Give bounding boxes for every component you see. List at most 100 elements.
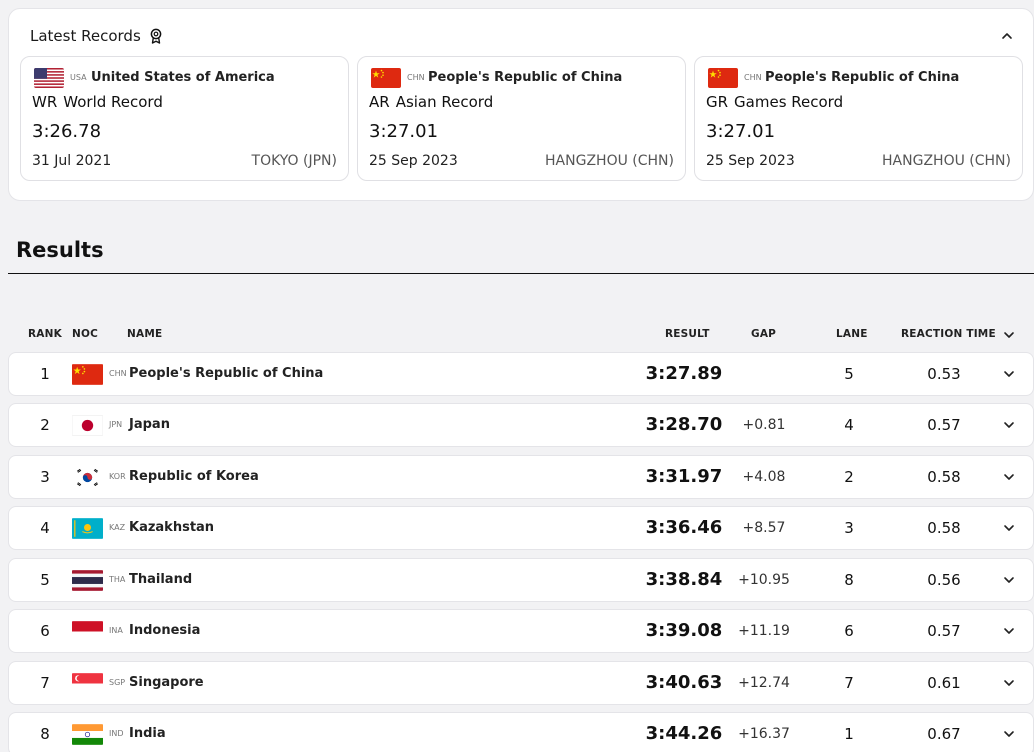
record-type-label: Asian Record (395, 93, 494, 111)
record-country: People's Republic of China (428, 70, 623, 85)
column-header-name: NAME (127, 328, 163, 340)
row-gap: +4.08 (742, 469, 786, 485)
medal-icon (149, 28, 163, 44)
jpn-flag-icon (72, 415, 103, 436)
chevron-down-icon[interactable] (1002, 369, 1016, 379)
record-type: GR Games Record (706, 93, 843, 111)
ind-flag-icon (72, 724, 103, 745)
record-country: United States of America (91, 70, 275, 85)
row-rank: 4 (40, 519, 50, 537)
row-name: People's Republic of China (129, 366, 324, 381)
record-date: 31 Jul 2021 (32, 153, 112, 169)
record-type-label: Games Record (734, 93, 844, 111)
row-reaction-time: 0.56 (927, 571, 961, 589)
table-row[interactable]: 5 THA Thailand 3:38.84 +10.95 8 0.56 (8, 558, 1034, 602)
record-place: TOKYO (JPN) (251, 153, 337, 169)
row-reaction-time: 0.57 (927, 622, 961, 640)
row-rank: 2 (40, 416, 50, 434)
row-reaction-time: 0.58 (927, 468, 961, 486)
record-noc-code: CHN (407, 73, 425, 82)
row-rank: 7 (40, 674, 50, 692)
row-lane: 4 (844, 416, 854, 434)
row-result: 3:38.84 (645, 569, 723, 590)
record-abbr: WR (32, 93, 58, 111)
row-lane: 2 (844, 468, 854, 486)
tha-flag-icon (72, 570, 103, 591)
record-card-world[interactable]: USA United States of America WR World Rec… (20, 56, 349, 181)
row-name: Indonesia (129, 623, 201, 638)
latest-records-title: Latest Records (30, 27, 141, 45)
record-noc-code: CHN (744, 73, 762, 82)
sgp-flag-icon (72, 673, 103, 694)
column-header-lane: LANE (836, 328, 868, 340)
record-country: People's Republic of China (765, 70, 960, 85)
row-rank: 8 (40, 725, 50, 743)
row-rank: 5 (40, 571, 50, 589)
record-abbr: GR (706, 93, 729, 111)
row-noc: KAZ (109, 523, 126, 532)
row-noc: THA (109, 575, 126, 584)
row-lane: 3 (844, 519, 854, 537)
row-lane: 6 (844, 622, 854, 640)
row-result: 3:44.26 (645, 723, 723, 744)
table-row[interactable]: 8 IND India 3:44.26 +16.37 1 0.67 (8, 712, 1034, 752)
chevron-down-icon[interactable] (1002, 626, 1016, 636)
record-time: 3:27.01 (706, 121, 776, 142)
table-row[interactable]: 4 KAZ Kazakhstan 3:36.46 +8.57 3 0.58 (8, 506, 1034, 550)
record-date: 25 Sep 2023 (706, 153, 795, 169)
table-row[interactable]: 7 SGP Singapore 3:40.63 +12.74 7 0.61 (8, 661, 1034, 705)
chevron-down-icon[interactable] (1002, 678, 1016, 688)
ina-flag-icon (72, 621, 103, 642)
chevron-down-icon[interactable] (1002, 472, 1016, 482)
kor-flag-icon (72, 467, 103, 488)
record-type: AR Asian Record (369, 93, 493, 111)
row-noc: IND (109, 729, 124, 738)
row-name: Japan (129, 417, 170, 432)
row-reaction-time: 0.53 (927, 365, 961, 383)
row-reaction-time: 0.67 (927, 725, 961, 743)
row-lane: 7 (844, 674, 854, 692)
row-gap: +16.37 (738, 726, 790, 742)
row-reaction-time: 0.58 (927, 519, 961, 537)
table-row[interactable]: 3 KOR Republic of Korea 3:31.97 +4.08 2 … (8, 455, 1034, 499)
row-rank: 1 (40, 365, 50, 383)
row-result: 3:36.46 (645, 517, 723, 538)
table-row[interactable]: 1 CHN People's Republic of China 3:27.89… (8, 352, 1034, 396)
chevron-down-icon[interactable] (1002, 575, 1016, 585)
row-noc: JPN (109, 420, 123, 429)
column-header-reaction-time: REACTION TIME (901, 328, 996, 340)
record-card-games[interactable]: CHN People's Republic of China GR Games R… (694, 56, 1023, 181)
record-noc-code: USA (70, 73, 87, 82)
record-type-label: World Record (63, 93, 163, 111)
record-place: HANGZHOU (CHN) (545, 153, 674, 169)
record-cards: USA United States of America WR World Rec… (20, 56, 1023, 181)
record-time: 3:27.01 (369, 121, 439, 142)
row-rank: 3 (40, 468, 50, 486)
row-gap: +8.57 (742, 520, 786, 536)
table-row[interactable]: 6 INA Indonesia 3:39.08 +11.19 6 0.57 (8, 609, 1034, 653)
table-row[interactable]: 2 JPN Japan 3:28.70 +0.81 4 0.57 (8, 403, 1034, 447)
row-result: 3:27.89 (645, 363, 723, 384)
record-card-asian[interactable]: CHN People's Republic of China AR Asian R… (357, 56, 686, 181)
column-header-rank: RANK (28, 328, 62, 340)
row-reaction-time: 0.57 (927, 416, 961, 434)
kaz-flag-icon (72, 518, 103, 539)
row-reaction-time: 0.61 (927, 674, 961, 692)
record-place: HANGZHOU (CHN) (882, 153, 1011, 169)
chevron-down-icon[interactable] (1002, 420, 1016, 430)
usa-flag-icon (34, 68, 64, 88)
column-header-result: RESULT (665, 328, 710, 340)
row-rank: 6 (40, 622, 50, 640)
row-gap: +12.74 (738, 675, 790, 691)
latest-records-panel: Latest Records USA United States of Amer… (8, 8, 1034, 201)
row-result: 3:28.70 (645, 414, 723, 435)
row-noc: INA (109, 626, 123, 635)
chevron-up-icon[interactable] (999, 29, 1015, 43)
row-noc: CHN (109, 369, 127, 378)
latest-records-header: Latest Records (30, 27, 163, 45)
row-name: India (129, 726, 166, 741)
chevron-down-icon[interactable] (1002, 729, 1016, 739)
row-result: 3:39.08 (645, 620, 723, 641)
chevron-down-icon[interactable] (1002, 523, 1016, 533)
chevron-down-icon[interactable] (1002, 330, 1016, 340)
